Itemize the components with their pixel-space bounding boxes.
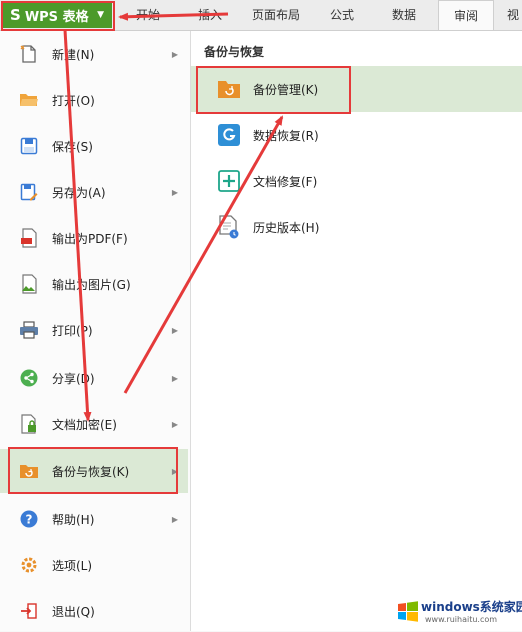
watermark-title: windows系统家园 (421, 600, 522, 614)
annotation-arrows (63, 12, 284, 422)
arrow-to-backup-manage (123, 115, 284, 394)
watermark: windows系统家园 www.ruihaitu.com (395, 596, 522, 628)
watermark-url: www.ruihaitu.com (425, 615, 498, 624)
arrow-to-app-button (118, 12, 229, 21)
windows-logo-icon (398, 601, 418, 622)
arrow-down-menu (63, 29, 92, 422)
